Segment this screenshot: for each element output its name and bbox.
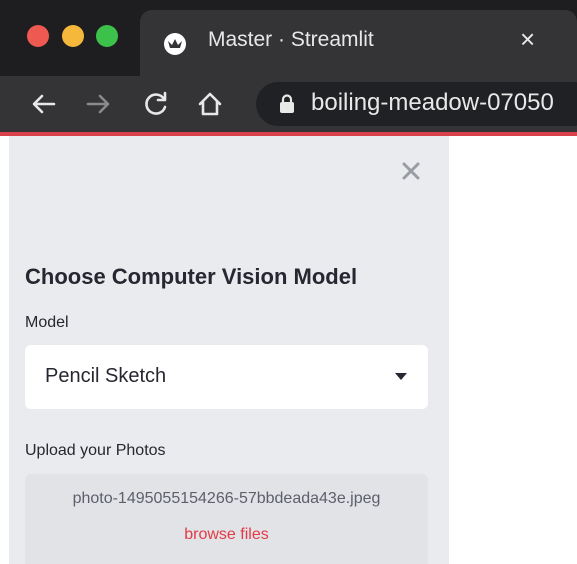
browser-toolbar: boiling-meadow-07050 (0, 76, 577, 132)
address-bar[interactable]: boiling-meadow-07050 (256, 82, 577, 126)
window-zoom-button[interactable] (96, 25, 118, 47)
model-select-value: Pencil Sketch (45, 365, 167, 387)
sidebar: Choose Computer Vision Model Model Penci… (9, 136, 449, 564)
reload-icon[interactable] (142, 90, 170, 118)
tab-title: Master · Streamlit (208, 28, 374, 51)
chevron-down-icon (395, 373, 407, 380)
model-label: Model (25, 314, 69, 331)
file-uploader[interactable]: photo-1495055154266-57bbdeada43e.jpeg br… (25, 474, 428, 564)
uploaded-file-name: photo-1495055154266-57bbdeada43e.jpeg (72, 490, 381, 507)
window-close-button[interactable] (27, 25, 49, 47)
close-icon[interactable] (399, 159, 423, 183)
home-icon[interactable] (196, 90, 224, 118)
browser-tab-bar: Master · Streamlit × (0, 0, 577, 76)
tab-close-icon[interactable]: × (520, 24, 535, 54)
back-arrow-icon[interactable] (30, 90, 58, 118)
streamlit-crown-icon (164, 33, 186, 55)
browser-tab-active[interactable]: Master · Streamlit × (140, 10, 577, 76)
upload-label: Upload your Photos (25, 442, 166, 459)
lock-icon (280, 94, 294, 113)
url-text: boiling-meadow-07050 (311, 89, 554, 116)
window-minimize-button[interactable] (62, 25, 84, 47)
forward-arrow-icon[interactable] (84, 90, 112, 118)
browse-files-link[interactable]: browse files (25, 526, 428, 544)
sidebar-heading: Choose Computer Vision Model (25, 264, 358, 289)
model-select[interactable]: Pencil Sketch (25, 345, 428, 409)
